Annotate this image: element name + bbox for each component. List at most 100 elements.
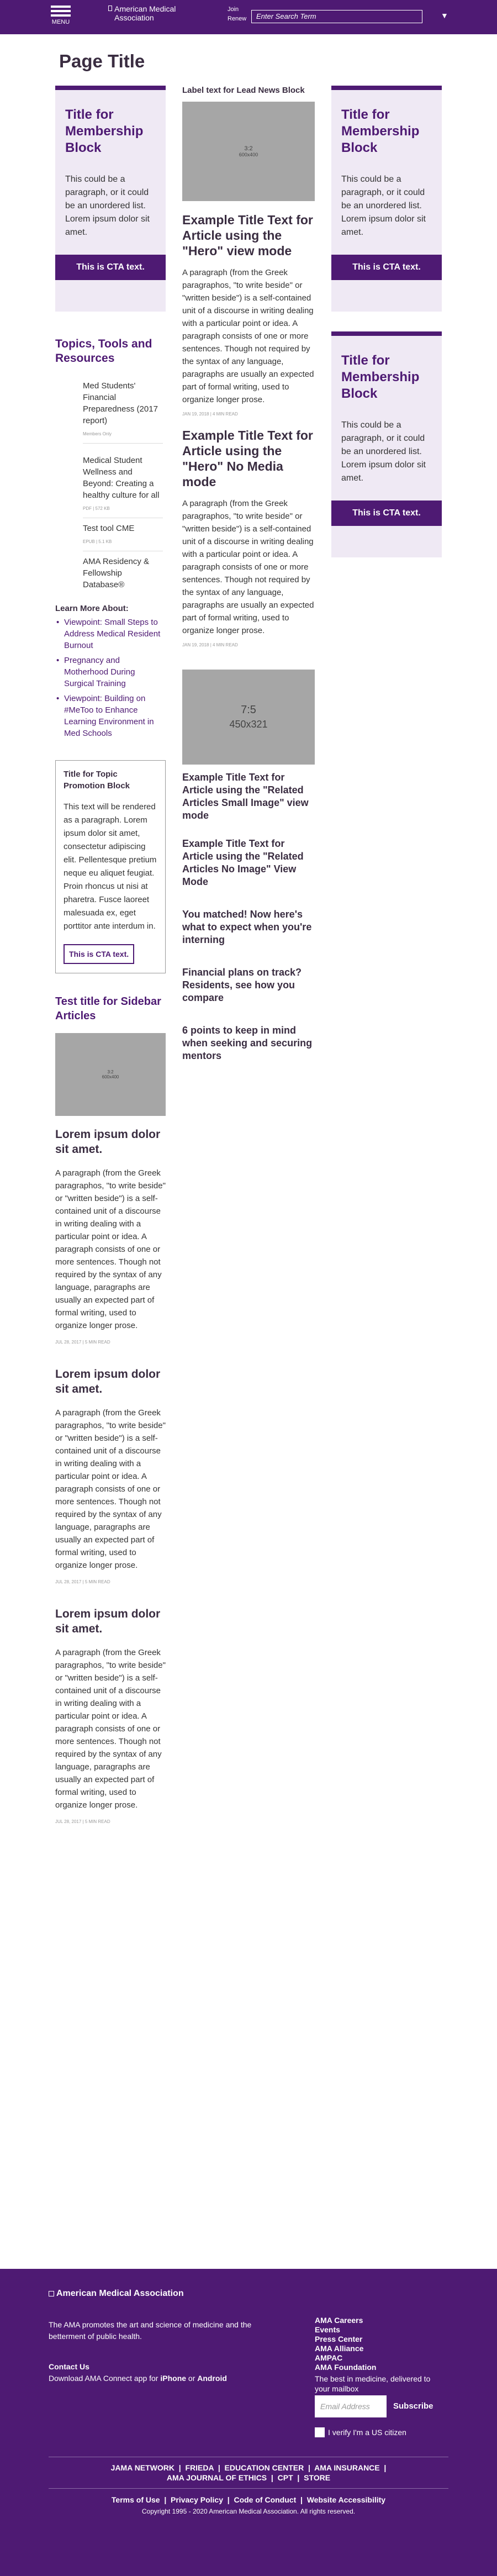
small-image-article-image[interactable]: 7:5 450x321 <box>182 670 315 765</box>
membership-block-title: Title for Membership Block <box>341 353 420 401</box>
footer-link[interactable]: AMA Careers <box>315 2316 376 2325</box>
membership-block: Title for Membership Block This could be… <box>331 86 442 312</box>
search-input[interactable]: Enter Search Term <box>251 10 422 23</box>
hero-article-image[interactable]: 3:2 600x400 <box>182 102 315 201</box>
membership-block-body: This could be a paragraph, or it could b… <box>65 175 150 237</box>
subscribe-button[interactable]: Subscribe <box>393 2401 433 2411</box>
related-article-title: Example Title Text for Article using the… <box>182 838 304 887</box>
checkbox-icon[interactable] <box>315 2427 325 2437</box>
hamburger-icon-bar <box>51 14 71 17</box>
tool-item-meta: PDF | 572 KB <box>83 506 110 511</box>
app-download: Download AMA Connect app for iPhone or A… <box>49 2374 227 2383</box>
learn-more-link[interactable]: Viewpoint: Small Steps to Address Medica… <box>55 617 166 651</box>
related-article[interactable]: Example Title Text for Article using the… <box>182 771 315 822</box>
app-download-text: Download AMA Connect app for <box>49 2374 158 2383</box>
join-renew: Join Renew <box>228 6 246 24</box>
topic-promotion-block: Title for Topic Promotion Block This tex… <box>55 760 166 973</box>
sidebar-article-body: A paragraph (from the Greek paragraphos,… <box>55 1168 166 1330</box>
contact-us-link[interactable]: Contact Us <box>49 2362 89 2371</box>
sidebar-articles-heading: Test title for Sidebar Articles <box>55 995 161 1022</box>
tools-heading: Topics, Tools and Resources <box>55 338 152 365</box>
related-article-title: 6 points to keep in mind when seeking an… <box>182 1025 313 1061</box>
footer-tagline: The AMA promotes the art and science of … <box>49 2320 252 2341</box>
menu-label: MENU <box>51 19 70 25</box>
iphone-app-link[interactable]: iPhone <box>160 2374 186 2383</box>
legal-links[interactable]: Terms of Use | Privacy Policy | Code of … <box>0 2495 497 2504</box>
hamburger-icon <box>51 6 71 8</box>
footer-links: AMA Careers Events Press Center AMA Alli… <box>315 2316 376 2372</box>
membership-cta-button[interactable]: This is CTA text. <box>331 501 442 526</box>
membership-block: Title for Membership Block This could be… <box>331 331 442 557</box>
related-article[interactable]: Financial plans on track? Residents, see… <box>182 966 315 1004</box>
copyright: Copyright 1995 - 2020 American Medical A… <box>141 2507 356 2515</box>
center-column: Label text for Lead News Block 3:2 600x4… <box>182 86 315 1072</box>
sidebar-article-meta: JUL 28, 2017 | 5 MIN READ <box>55 1340 110 1345</box>
lead-news-label: Label text for Lead News Block <box>182 86 305 95</box>
sidebar-article-title[interactable]: Lorem ipsum dolor sit amet. <box>55 1127 166 1157</box>
hamburger-icon-bar <box>51 10 71 12</box>
learn-more-heading: Learn More About: <box>55 604 129 613</box>
footer-link[interactable]: Press Center <box>315 2335 376 2344</box>
menu-button[interactable]: MENU <box>49 6 73 25</box>
footer-link[interactable]: Events <box>315 2325 376 2335</box>
android-app-link[interactable]: Android <box>197 2374 227 2383</box>
sidebar-article-body: A paragraph (from the Greek paragraphos,… <box>55 1408 166 1570</box>
sidebar-article-meta: JUL 28, 2017 | 5 MIN READ <box>55 1819 110 1824</box>
membership-cta-button[interactable]: This is CTA text. <box>55 255 166 280</box>
renew-link[interactable]: Renew <box>228 13 246 24</box>
sidebar-article: Lorem ipsum dolor sit amet. A paragraph … <box>55 1127 166 1345</box>
membership-block-body: This could be a paragraph, or it could b… <box>341 175 426 237</box>
related-article[interactable]: Example Title Text for Article using the… <box>182 837 315 888</box>
sidebar-article: Lorem ipsum dolor sit amet. A paragraph … <box>55 1606 166 1824</box>
site-logo[interactable]: American Medical Association <box>108 4 180 22</box>
sidebar-article-title[interactable]: Lorem ipsum dolor sit amet. <box>55 1606 166 1636</box>
hero-article-meta: JAN 19, 2018 | 4 MIN READ <box>182 412 238 417</box>
promo-title: Title for Topic Promotion Block <box>64 770 130 791</box>
image-ratio: 3:2 <box>107 1070 114 1074</box>
sidebar-article-meta: JUL 28, 2017 | 5 MIN READ <box>55 1579 110 1584</box>
email-field[interactable]: Email Address <box>315 2395 387 2417</box>
partner-links[interactable]: JAMA NETWORK | FRIEDA | EDUCATION CENTER… <box>0 2463 497 2473</box>
footer-link[interactable]: AMPAC <box>315 2353 376 2363</box>
left-column: Title for Membership Block This could be… <box>55 86 166 1824</box>
tool-item[interactable]: Medical Student Wellness and Beyond: Cre… <box>83 450 163 518</box>
right-column: Title for Membership Block This could be… <box>331 86 442 557</box>
promo-cta-button[interactable]: This is CTA text. <box>64 944 135 964</box>
us-citizen-checkbox[interactable]: I verify I'm a US citizen <box>315 2427 406 2437</box>
tools-section: Topics, Tools and Resources Med Students… <box>55 337 166 594</box>
image-size: 450x321 <box>229 719 268 730</box>
sidebar-article-title[interactable]: Lorem ipsum dolor sit amet. <box>55 1367 166 1397</box>
hero-article-title[interactable]: Example Title Text for Article using the… <box>182 212 315 259</box>
membership-block-title: Title for Membership Block <box>341 107 420 155</box>
learn-more-link[interactable]: Viewpoint: Building on #MeToo to Enhance… <box>55 693 166 739</box>
logo-image-icon <box>108 6 113 11</box>
top-bar: MENU American Medical Association Join R… <box>0 0 497 34</box>
related-article[interactable]: You matched! Now here's what to expect w… <box>182 908 315 946</box>
tool-item[interactable]: Med Students' Financial Preparedness (20… <box>83 376 163 444</box>
related-article[interactable]: 6 points to keep in mind when seeking an… <box>182 1024 315 1062</box>
footer-logo[interactable]: American Medical Association <box>49 2289 184 2299</box>
chevron-down-icon[interactable]: ▼ <box>441 11 448 20</box>
learn-more-link[interactable]: Pregnancy and Motherhood During Surgical… <box>55 655 166 689</box>
logo-text: American Medical Association <box>114 4 176 22</box>
site-footer: American Medical Association The AMA pro… <box>0 2269 497 2576</box>
hero-no-media-title[interactable]: Example Title Text for Article using the… <box>182 428 315 489</box>
image-size: 600x400 <box>102 1074 119 1079</box>
membership-cta-button[interactable]: This is CTA text. <box>331 255 442 280</box>
learn-more-list: Viewpoint: Small Steps to Address Medica… <box>55 617 166 739</box>
image-size: 600x400 <box>239 152 258 157</box>
sidebar-article-image[interactable]: 3:2 600x400 <box>55 1033 166 1116</box>
footer-link[interactable]: AMA Foundation <box>315 2363 376 2372</box>
tool-item-meta: Members Only <box>83 431 112 436</box>
footer-divider <box>49 2488 448 2489</box>
sidebar-articles: Test title for Sidebar Articles 3:2 600x… <box>55 994 166 1824</box>
join-link[interactable]: Join <box>228 6 246 13</box>
image-ratio: 7:5 <box>241 704 256 716</box>
partner-links-2[interactable]: AMA JOURNAL OF ETHICS | CPT | STORE <box>0 2473 497 2483</box>
tool-item[interactable]: AMA Residency & Fellowship Database® <box>83 551 163 594</box>
app-download-or: or <box>188 2374 195 2383</box>
tool-item[interactable]: Test tool CME EPUB | 5.1 KB <box>83 518 163 551</box>
footer-link[interactable]: AMA Alliance <box>315 2344 376 2353</box>
tool-item-title: Med Students' Financial Preparedness (20… <box>83 381 158 425</box>
tool-item-title: Test tool CME <box>83 524 135 533</box>
